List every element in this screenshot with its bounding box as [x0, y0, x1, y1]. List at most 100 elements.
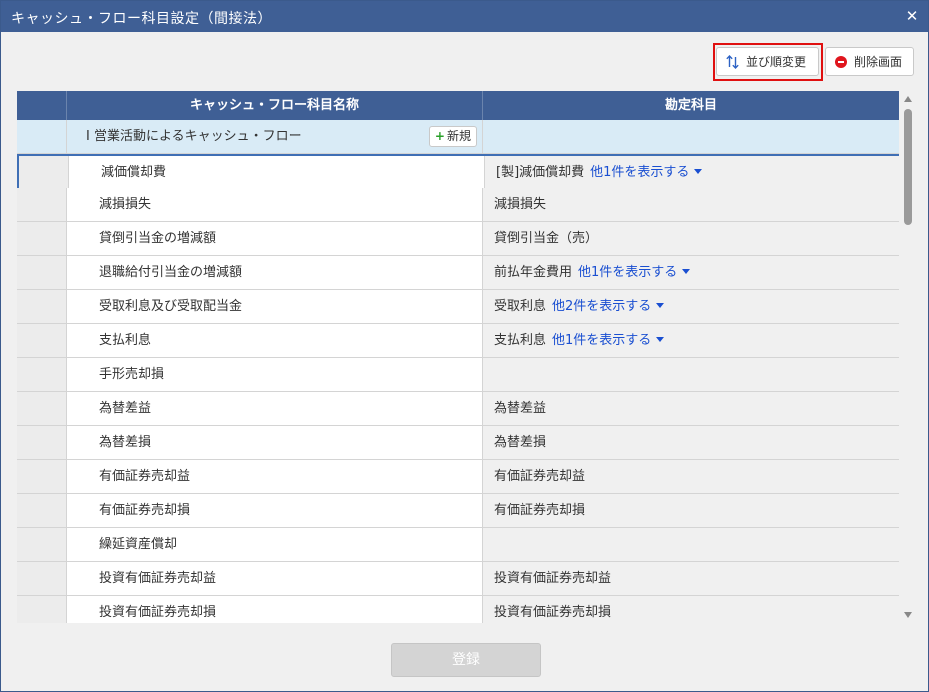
caret-down-icon — [656, 303, 665, 308]
caret-down-icon — [682, 269, 691, 274]
title-bar: キャッシュ・フロー科目設定（間接法） ✕ — [1, 1, 928, 32]
delete-screen-button[interactable]: 削除画面 — [825, 47, 914, 76]
row-handle[interactable] — [17, 392, 67, 425]
account-cell: 受取利息 他2件を表示する — [483, 290, 899, 323]
table-row[interactable]: 投資有価証券売却益 投資有価証券売却益 — [17, 562, 899, 596]
account-name: 貸倒引当金（売） — [494, 231, 599, 246]
show-more-link[interactable]: 他2件を表示する — [552, 299, 665, 314]
cf-name-cell[interactable]: 投資有価証券売却益 — [67, 562, 483, 595]
account-name: 減損損失 — [494, 197, 547, 212]
cf-name: 為替差損 — [99, 435, 152, 450]
account-cell: 為替差益 — [483, 392, 899, 425]
row-handle[interactable] — [17, 358, 67, 391]
section-account-cell — [483, 120, 899, 153]
row-handle[interactable] — [17, 222, 67, 255]
account-cell: 有価証券売却損 — [483, 494, 899, 527]
table-row[interactable]: 支払利息 支払利息 他1件を表示する — [17, 324, 899, 358]
cf-name-cell[interactable]: 受取利息及び受取配当金 — [67, 290, 483, 323]
cf-name: 手形売却損 — [99, 367, 165, 382]
account-cell: 減損損失 — [483, 188, 899, 221]
show-more-label: 他1件を表示する — [590, 165, 690, 180]
row-handle[interactable] — [17, 426, 67, 459]
account-cell — [483, 528, 899, 561]
row-handle[interactable] — [17, 494, 67, 527]
section-label: Ⅰ 営業活動によるキャッシュ・フロー — [86, 129, 302, 144]
table-row[interactable]: 減損損失 減損損失 — [17, 188, 899, 222]
table-row[interactable]: 投資有価証券売却損 投資有価証券売却損 — [17, 596, 899, 623]
scroll-down-icon[interactable] — [904, 612, 912, 618]
scrollbar[interactable] — [901, 91, 915, 623]
cf-name: 貸倒引当金の増減額 — [99, 231, 217, 246]
table-header: キャッシュ・フロー科目名称 勘定科目 — [17, 91, 899, 120]
account-name: 受取利息 — [494, 299, 547, 314]
show-more-label: 他1件を表示する — [552, 333, 652, 348]
row-handle[interactable] — [17, 562, 67, 595]
sort-order-label: 並び順変更 — [746, 55, 807, 69]
register-button[interactable]: 登録 — [391, 643, 541, 677]
account-cell: 為替差損 — [483, 426, 899, 459]
cf-name-cell[interactable]: 減損損失 — [67, 188, 483, 221]
cf-name-cell[interactable]: 為替差益 — [67, 392, 483, 425]
row-handle — [17, 120, 67, 153]
cf-name-cell[interactable]: 繰延資産償却 — [67, 528, 483, 561]
header-cf-name: キャッシュ・フロー科目名称 — [67, 91, 483, 120]
table-row[interactable]: 有価証券売却益 有価証券売却益 — [17, 460, 899, 494]
row-handle[interactable] — [17, 188, 67, 221]
new-button[interactable]: + 新規 — [428, 126, 477, 147]
cf-name: 有価証券売却益 — [99, 469, 191, 484]
cf-name: 受取利息及び受取配当金 — [99, 299, 243, 314]
cf-name-cell[interactable]: 退職給付引当金の増減額 — [67, 256, 483, 289]
table-row[interactable]: 貸倒引当金の増減額 貸倒引当金（売） — [17, 222, 899, 256]
row-handle[interactable] — [17, 528, 67, 561]
account-name: 有価証券売却益 — [494, 469, 586, 484]
account-name: [製]減価償却費 — [496, 165, 585, 180]
table-row[interactable]: 減価償却費 [製]減価償却費 他1件を表示する — [17, 154, 899, 189]
cf-name: 減価償却費 — [101, 165, 167, 180]
close-icon[interactable]: ✕ — [904, 7, 920, 25]
row-handle[interactable] — [19, 156, 69, 189]
cf-name-cell[interactable]: 為替差損 — [67, 426, 483, 459]
plus-icon: + — [434, 129, 445, 143]
sort-icon — [726, 54, 739, 69]
cf-name-cell[interactable]: 減価償却費 — [69, 156, 485, 189]
show-more-link[interactable]: 他1件を表示する — [590, 165, 703, 180]
cf-name-cell[interactable]: 支払利息 — [67, 324, 483, 357]
account-name: 為替差益 — [494, 401, 547, 416]
cf-name: 退職給付引当金の増減額 — [99, 265, 243, 280]
table-row[interactable]: 為替差損 為替差損 — [17, 426, 899, 460]
show-more-link[interactable]: 他1件を表示する — [578, 265, 691, 280]
table-row[interactable]: 手形売却損 — [17, 358, 899, 392]
scroll-up-icon[interactable] — [904, 96, 912, 102]
show-more-label: 他2件を表示する — [552, 299, 652, 314]
cf-name-cell[interactable]: 有価証券売却損 — [67, 494, 483, 527]
delete-icon — [835, 55, 847, 68]
cf-name-cell[interactable]: 貸倒引当金の増減額 — [67, 222, 483, 255]
cf-name: 繰延資産償却 — [99, 537, 178, 552]
account-cell — [483, 358, 899, 391]
show-more-link[interactable]: 他1件を表示する — [552, 333, 665, 348]
table-row[interactable]: 為替差益 為替差益 — [17, 392, 899, 426]
sort-order-button[interactable]: 並び順変更 — [716, 47, 819, 76]
cf-name-cell[interactable]: 投資有価証券売却損 — [67, 596, 483, 623]
row-handle[interactable] — [17, 256, 67, 289]
cf-name: 有価証券売却損 — [99, 503, 191, 518]
cf-name: 支払利息 — [99, 333, 152, 348]
table-row[interactable]: 有価証券売却損 有価証券売却損 — [17, 494, 899, 528]
delete-screen-label: 削除画面 — [854, 55, 903, 69]
table-row[interactable]: 繰延資産償却 — [17, 528, 899, 562]
cf-name-cell[interactable]: 有価証券売却益 — [67, 460, 483, 493]
table-row[interactable]: 退職給付引当金の増減額 前払年金費用 他1件を表示する — [17, 256, 899, 290]
cf-name-cell[interactable]: 手形売却損 — [67, 358, 483, 391]
row-handle[interactable] — [17, 324, 67, 357]
row-handle[interactable] — [17, 460, 67, 493]
row-handle[interactable] — [17, 596, 67, 623]
show-more-label: 他1件を表示する — [578, 265, 678, 280]
account-cell: 貸倒引当金（売） — [483, 222, 899, 255]
row-handle[interactable] — [17, 290, 67, 323]
scroll-thumb[interactable] — [904, 109, 912, 225]
dialog-title: キャッシュ・フロー科目設定（間接法） — [11, 11, 272, 27]
account-name: 有価証券売却損 — [494, 503, 586, 518]
account-name: 為替差損 — [494, 435, 547, 450]
account-cell: [製]減価償却費 他1件を表示する — [485, 156, 899, 189]
table-row[interactable]: 受取利息及び受取配当金 受取利息 他2件を表示する — [17, 290, 899, 324]
